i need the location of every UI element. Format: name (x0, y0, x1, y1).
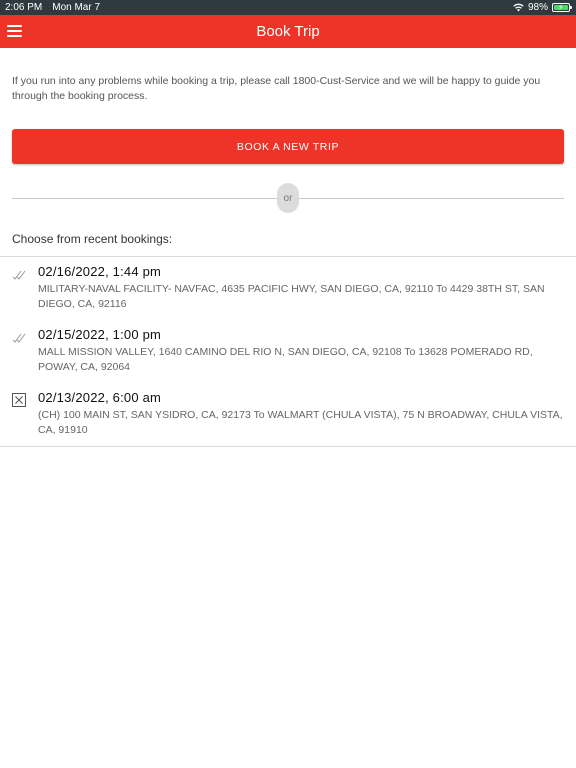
intro-text: If you run into any problems while booki… (12, 75, 541, 102)
status-bar: 2:06 PM Mon Mar 7 98% ⚡ (0, 0, 576, 15)
booking-date: 02/15/2022, 1:00 pm (38, 327, 162, 342)
booking-item[interactable]: 02/13/2022, 6:00 am (CH) 100 MAIN ST, SA… (0, 383, 576, 446)
recent-bookings-label: Choose from recent bookings: (12, 232, 173, 246)
booking-route: (CH) 100 MAIN ST, SAN YSIDRO, CA, 92173 … (38, 409, 563, 436)
booking-route: MALL MISSION VALLEY, 1640 CAMINO DEL RIO… (38, 346, 533, 373)
booking-date: 02/13/2022, 6:00 am (38, 390, 162, 405)
or-separator: or (277, 183, 299, 213)
book-new-trip-button[interactable]: BOOK A NEW TRIP (12, 129, 564, 164)
battery-percent: 98% (527, 2, 548, 13)
double-check-icon (12, 270, 26, 280)
double-check-icon (12, 333, 26, 343)
status-time: 2:06 PM (5, 2, 43, 13)
page-title: Book Trip (256, 23, 320, 40)
booking-route: MILITARY-NAVAL FACILITY- NAVFAC, 4635 PA… (38, 283, 545, 310)
recent-bookings-list: 02/16/2022, 1:44 pm MILITARY-NAVAL FACIL… (0, 256, 576, 447)
app-header: Book Trip (0, 15, 576, 48)
cancelled-box-icon (12, 393, 26, 407)
booking-item[interactable]: 02/15/2022, 1:00 pm MALL MISSION VALLEY,… (0, 320, 576, 383)
battery-charging-icon: ⚡ (552, 3, 572, 12)
status-date: Mon Mar 7 (52, 2, 101, 13)
wifi-icon (513, 3, 524, 12)
booking-item[interactable]: 02/16/2022, 1:44 pm MILITARY-NAVAL FACIL… (0, 257, 576, 320)
booking-date: 02/16/2022, 1:44 pm (38, 264, 162, 279)
